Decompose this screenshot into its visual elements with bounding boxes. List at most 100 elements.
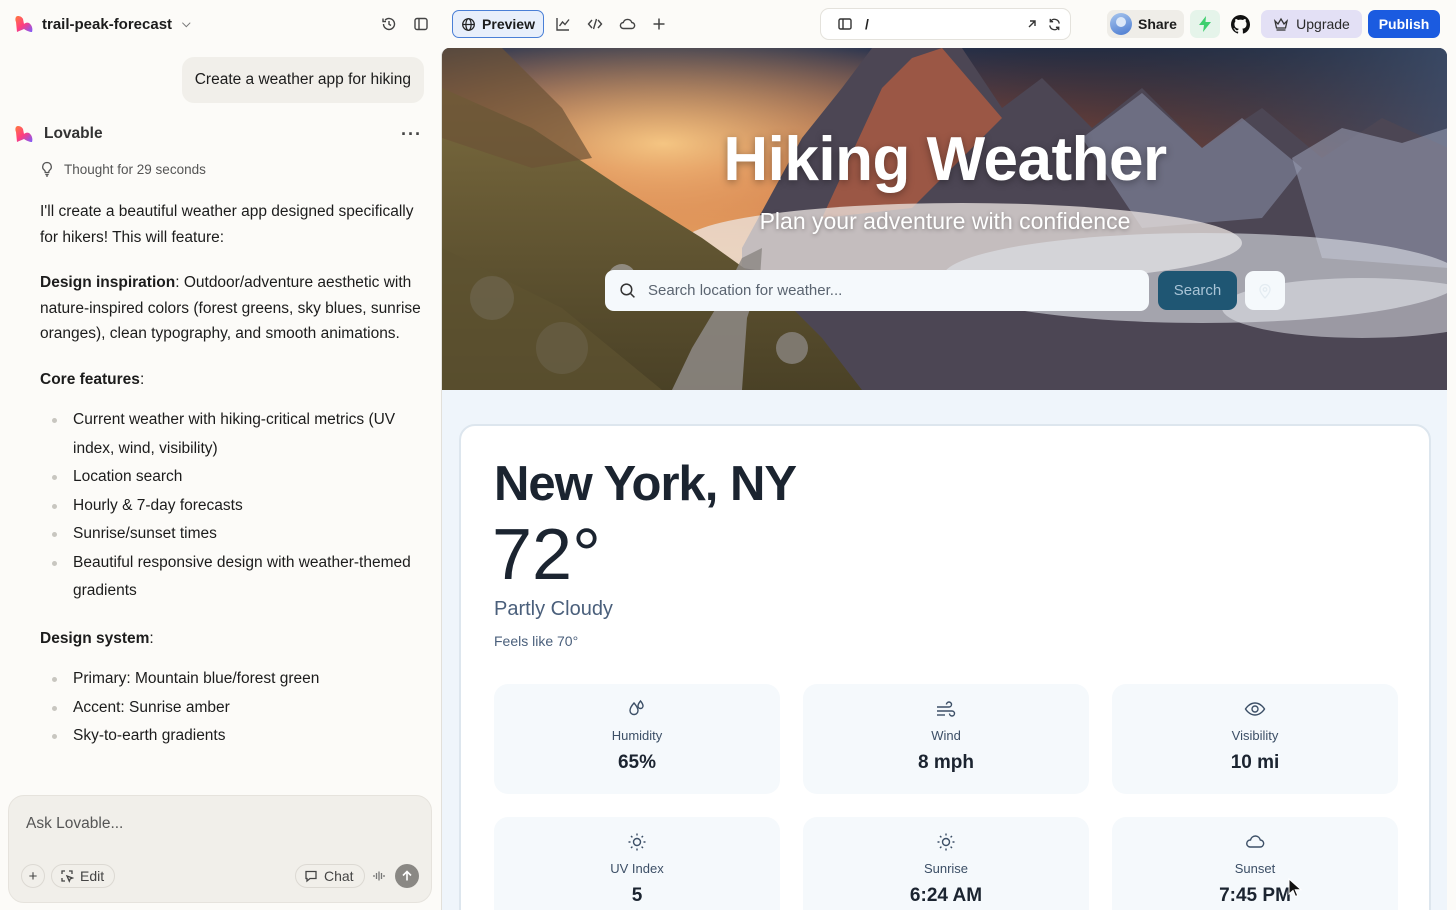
select-element-icon: [61, 870, 74, 883]
list-item: Accent: Sunrise amber: [40, 694, 424, 723]
design-system-colon: :: [149, 629, 154, 647]
composer-input[interactable]: Ask Lovable...: [26, 815, 123, 833]
stat-label: Wind: [931, 728, 961, 743]
edit-button[interactable]: Edit: [51, 864, 116, 888]
design-system-heading: Design system:: [40, 626, 424, 652]
hero-banner: Hiking Weather Plan your adventure with …: [442, 48, 1447, 390]
share-label: Share: [1138, 16, 1177, 32]
stat-label: Sunrise: [923, 861, 969, 876]
chat-label: Chat: [324, 868, 354, 884]
stat-humidity: Humidity 65%: [494, 684, 780, 794]
search-icon: [620, 283, 635, 298]
stat-sunset: Sunset 7:45 PM: [1112, 817, 1398, 910]
project-name: trail-peak-forecast: [42, 15, 173, 33]
open-external-icon[interactable]: [1025, 17, 1039, 31]
lovable-logo-icon: [15, 16, 33, 32]
assistant-header: Lovable ···: [14, 122, 422, 146]
stat-visibility: Visibility 10 mi: [1112, 684, 1398, 794]
publish-button[interactable]: Publish: [1368, 10, 1440, 38]
sun-icon: [494, 832, 780, 852]
crown-icon: [1274, 17, 1289, 31]
cloud-icon[interactable]: [613, 10, 641, 38]
project-switcher[interactable]: trail-peak-forecast ⌵: [14, 12, 190, 36]
location-search-input[interactable]: Search location for weather...: [605, 270, 1149, 311]
sidebar-toggle-icon[interactable]: [409, 12, 433, 36]
list-item: Location search: [40, 463, 424, 492]
weather-condition: Partly Cloudy: [494, 598, 613, 620]
thought-text: Thought for 29 seconds: [64, 161, 206, 177]
lovable-logo-icon: [15, 126, 33, 142]
chat-panel: Create a weather app for hiking Lovable …: [0, 48, 440, 910]
current-weather-card: New York, NY 72° Partly Cloudy Feels lik…: [459, 424, 1431, 910]
stat-label: Humidity: [611, 728, 663, 743]
github-icon: [1230, 14, 1250, 34]
eye-icon: [1112, 699, 1398, 719]
chat-composer[interactable]: Ask Lovable... + Edit Chat: [8, 795, 432, 903]
map-pin-icon: [1259, 283, 1271, 299]
list-item: Hourly & 7-day forecasts: [40, 492, 424, 521]
supabase-button[interactable]: [1190, 10, 1220, 38]
core-features-heading: Core features:: [40, 367, 424, 393]
url-bar[interactable]: /: [820, 8, 1071, 40]
bolt-icon: [1199, 16, 1211, 32]
core-features-title: Core features: [40, 370, 140, 388]
stat-value: 65%: [617, 752, 657, 773]
stat-uv-index: UV Index 5: [494, 817, 780, 910]
design-inspiration-title: Design inspiration: [40, 274, 176, 291]
hero-title: Hiking Weather: [723, 125, 1167, 194]
arrow-up-icon: [402, 870, 412, 881]
temperature: 72°: [492, 515, 601, 595]
design-inspiration-paragraph: Design inspiration: Outdoor/adventure ae…: [40, 270, 424, 347]
chat-mode-button[interactable]: Chat: [295, 864, 365, 888]
lightbulb-icon: [42, 161, 52, 177]
github-button[interactable]: [1226, 10, 1254, 38]
analytics-icon[interactable]: [549, 10, 577, 38]
humidity-icon: [494, 699, 780, 719]
sun-icon: [803, 832, 1089, 852]
chevron-down-icon: ⌵: [182, 17, 191, 30]
cloud-icon: [1112, 832, 1398, 852]
user-message: Create a weather app for hiking: [181, 57, 424, 103]
current-location-button[interactable]: [1245, 271, 1285, 310]
globe-icon: [462, 17, 475, 31]
top-bar: trail-peak-forecast ⌵ Preview / Share Up…: [0, 0, 1456, 48]
stat-wind: Wind 8 mph: [803, 684, 1089, 794]
stat-value: 6:24 AM: [909, 885, 983, 906]
city-name: New York, NY: [494, 457, 797, 511]
url-path[interactable]: /: [865, 16, 1017, 32]
wind-icon: [803, 699, 1089, 719]
stat-sunrise: Sunrise 6:24 AM: [803, 817, 1089, 910]
history-icon[interactable]: [377, 12, 401, 36]
mouse-cursor-icon: [1288, 878, 1302, 898]
search-placeholder: Search location for weather...: [648, 282, 843, 299]
assistant-message: I'll create a beautiful weather app desi…: [40, 199, 424, 771]
voice-icon[interactable]: [367, 864, 391, 888]
stat-label: Sunset: [1234, 861, 1276, 876]
thought-indicator[interactable]: Thought for 29 seconds: [40, 161, 206, 177]
upgrade-button[interactable]: Upgrade: [1261, 10, 1362, 38]
preview-tab[interactable]: Preview: [452, 10, 544, 38]
send-button[interactable]: [395, 864, 419, 888]
more-options-icon[interactable]: ···: [401, 124, 422, 145]
code-icon[interactable]: [581, 10, 609, 38]
device-icon[interactable]: [837, 16, 853, 32]
search-button[interactable]: Search: [1158, 271, 1237, 310]
edit-label: Edit: [80, 868, 105, 884]
share-button[interactable]: Share: [1107, 10, 1184, 38]
attach-button[interactable]: +: [21, 864, 45, 888]
design-system-title: Design system: [40, 629, 150, 647]
stat-value: 8 mph: [918, 752, 974, 773]
stat-value: 7:45 PM: [1219, 885, 1291, 906]
stat-label: Visibility: [1231, 728, 1279, 743]
upgrade-label: Upgrade: [1296, 16, 1350, 32]
list-item: Beautiful responsive design with weather…: [40, 549, 424, 606]
chat-bubble-icon: [305, 870, 317, 883]
stat-label: UV Index: [610, 861, 664, 876]
refresh-icon[interactable]: [1047, 17, 1062, 32]
list-item: Sunrise/sunset times: [40, 520, 424, 549]
list-item: Primary: Mountain blue/forest green: [40, 665, 424, 694]
assistant-name: Lovable: [44, 125, 103, 142]
add-icon[interactable]: [645, 10, 673, 38]
feels-like: Feels like 70°: [494, 633, 579, 649]
stat-value: 10 mi: [1230, 752, 1280, 773]
